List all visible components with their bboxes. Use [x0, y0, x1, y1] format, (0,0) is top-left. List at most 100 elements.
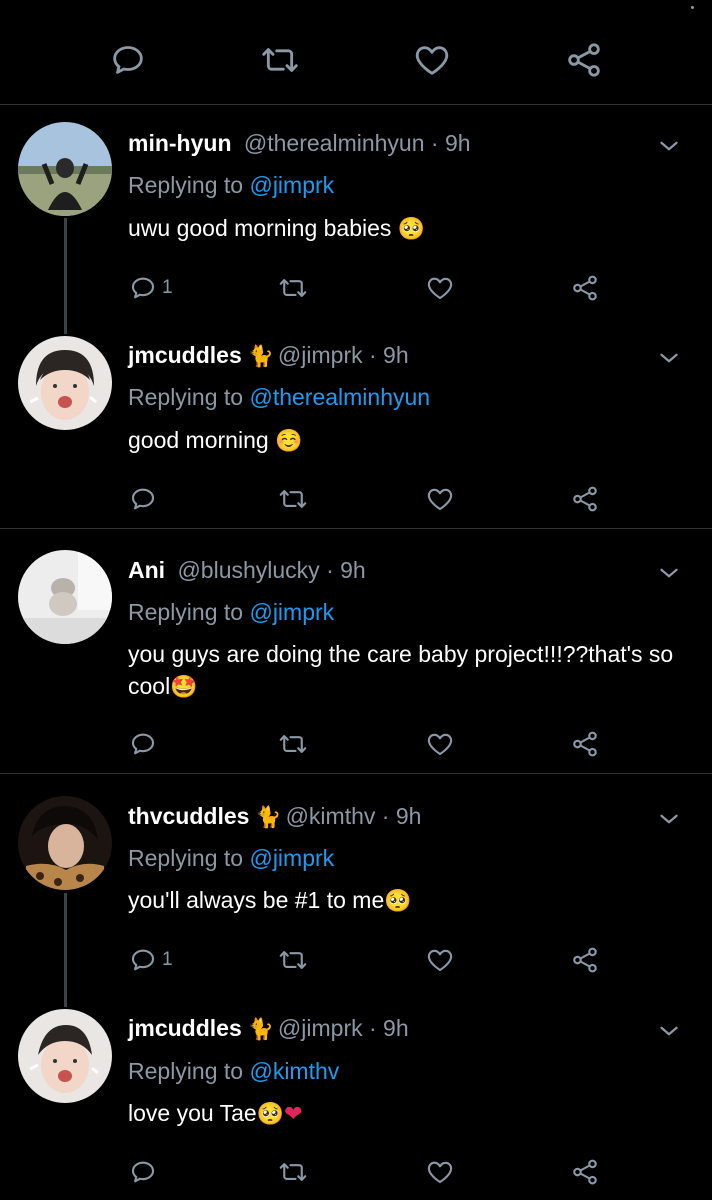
retweet-button[interactable] [278, 481, 308, 517]
retweet-button[interactable] [278, 1154, 308, 1190]
display-name[interactable]: jmcuddles [128, 342, 242, 368]
reply-count: 1 [162, 949, 173, 970]
tweet-text-body: uwu good morning babies [128, 215, 398, 241]
reply-button[interactable]: 1 [128, 270, 173, 306]
reply-icon [128, 273, 158, 303]
replying-prefix: Replying to [128, 845, 250, 871]
chevron-down-icon[interactable] [656, 1018, 682, 1044]
reply-button[interactable] [128, 726, 158, 762]
display-name[interactable]: min-hyun [128, 130, 232, 156]
chevron-down-icon[interactable] [656, 806, 682, 832]
reply-icon [128, 1157, 158, 1187]
share-button[interactable] [570, 481, 600, 517]
retweet-icon [278, 729, 308, 759]
tweet-text-body: good morning [128, 427, 276, 453]
display-name[interactable]: thvcuddles [128, 803, 249, 829]
replying-prefix: Replying to [128, 599, 250, 625]
share-icon [570, 1157, 600, 1187]
avatar[interactable] [18, 1009, 112, 1103]
retweet-button[interactable] [278, 726, 308, 762]
tweet-actions [0, 726, 712, 762]
user-handle[interactable]: @jimprk [278, 1015, 363, 1041]
user-handle[interactable]: @therealminhyun [244, 130, 425, 156]
like-button[interactable] [425, 481, 455, 517]
share-button[interactable] [570, 726, 600, 762]
replying-to: Replying to @jimprk [128, 843, 334, 873]
replying-to: Replying to @jimprk [128, 170, 334, 200]
share-icon[interactable] [564, 40, 604, 80]
tweet-actions: 1 [0, 942, 712, 978]
like-button[interactable] [425, 942, 455, 978]
scroll-indicator [691, 6, 694, 9]
mention-link[interactable]: @therealminhyun [249, 384, 430, 410]
tweet-divider [0, 528, 712, 529]
timestamp: · 9h [362, 342, 409, 368]
avatar[interactable] [18, 796, 112, 890]
chevron-down-icon[interactable] [656, 345, 682, 371]
timestamp: · 9h [319, 557, 366, 583]
tweet-divider [0, 773, 712, 774]
display-name[interactable]: Ani [128, 557, 165, 583]
like-button[interactable] [425, 726, 455, 762]
tweet-actions [0, 481, 712, 517]
retweet-icon [278, 484, 308, 514]
retweet-button[interactable] [278, 270, 308, 306]
timestamp: · 9h [375, 803, 422, 829]
pleading-face-emoji: 🥺 [384, 889, 412, 914]
smiling-face-emoji: ☺️ [275, 429, 303, 454]
share-button[interactable] [570, 1154, 600, 1190]
user-handle[interactable]: @jimprk [278, 342, 363, 368]
tweet-text-body: you'll always be #1 to me [128, 887, 385, 913]
timestamp: · 9h [424, 130, 471, 156]
share-button[interactable] [570, 942, 600, 978]
pleading-face-emoji: 🥺 [397, 217, 426, 242]
tweet-actions: 1 [0, 270, 712, 306]
share-button[interactable] [570, 270, 600, 306]
share-icon [570, 484, 600, 514]
reply-button[interactable]: 1 [128, 942, 173, 978]
mention-link[interactable]: @jimprk [249, 845, 334, 871]
timestamp: · 9h [362, 1015, 409, 1041]
like-button[interactable] [425, 1154, 455, 1190]
tweet-text: uwu good morning babies 🥺 [128, 212, 698, 246]
like-icon [425, 273, 455, 303]
reply-button[interactable] [128, 481, 158, 517]
user-handle[interactable]: @blushylucky [177, 557, 319, 583]
like-icon [425, 729, 455, 759]
tweet-text-body: love you Tae [128, 1100, 257, 1126]
pleading-face-emoji: 🥺 [256, 1102, 285, 1127]
like-icon [425, 1157, 455, 1187]
reply-button[interactable] [128, 1154, 158, 1190]
tweet-text: good morning ☺️ [128, 424, 698, 458]
avatar[interactable] [18, 122, 112, 216]
retweet-icon [278, 1157, 308, 1187]
cat-emoji-badge: 🐈 [255, 806, 282, 829]
tweet-text: you guys are doing the care baby project… [128, 638, 698, 704]
cat-emoji-badge: 🐈 [247, 1018, 274, 1041]
tweet-actions [0, 1154, 712, 1190]
user-handle[interactable]: @kimthv [286, 803, 376, 829]
avatar[interactable] [18, 336, 112, 430]
like-icon [425, 484, 455, 514]
replying-prefix: Replying to [128, 384, 250, 410]
red-heart-emoji: ❤ [284, 1102, 303, 1127]
reply-icon [128, 945, 158, 975]
avatar[interactable] [18, 550, 112, 644]
mention-link[interactable]: @jimprk [249, 172, 334, 198]
like-button[interactable] [425, 270, 455, 306]
display-name[interactable]: jmcuddles [128, 1015, 242, 1041]
replying-to: Replying to @therealminhyun [128, 382, 430, 412]
replying-to: Replying to @kimthv [128, 1056, 339, 1086]
reply-icon[interactable] [108, 40, 148, 80]
mention-link[interactable]: @kimthv [249, 1058, 339, 1084]
like-icon[interactable] [412, 40, 452, 80]
chevron-down-icon[interactable] [656, 133, 682, 159]
retweet-icon[interactable] [260, 40, 300, 80]
replying-prefix: Replying to [128, 172, 250, 198]
share-icon [570, 729, 600, 759]
retweet-button[interactable] [278, 942, 308, 978]
tweet-text: you'll always be #1 to me🥺 [128, 884, 698, 918]
chevron-down-icon[interactable] [656, 560, 682, 586]
mention-link[interactable]: @jimprk [249, 599, 334, 625]
cat-emoji-badge: 🐈 [247, 345, 274, 368]
